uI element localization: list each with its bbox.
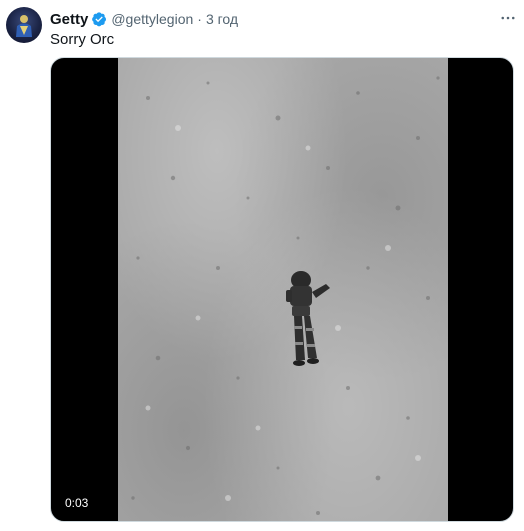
video-duration: 0:03 <box>60 494 94 512</box>
tweet-header: Getty @gettylegion · 3 год <box>50 9 238 29</box>
avatar[interactable] <box>6 7 42 43</box>
video-frame[interactable] <box>118 58 448 521</box>
video-player[interactable]: 0:03 <box>50 57 514 522</box>
tweet-text: Sorry Orc <box>50 31 115 48</box>
page: Getty @gettylegion · 3 год Sorry Orc 0:0… <box>0 0 524 531</box>
tweet-time[interactable]: 3 год <box>206 11 238 27</box>
tweet[interactable]: Getty @gettylegion · 3 год Sorry Orc 0:0… <box>0 0 524 531</box>
author-handle[interactable]: @gettylegion <box>111 11 193 27</box>
video-scene <box>131 76 440 515</box>
separator-dot: · <box>197 11 202 27</box>
more-horizontal-icon[interactable] <box>496 8 520 28</box>
figure-silhouette <box>286 271 330 366</box>
author-name[interactable]: Getty <box>50 11 88 28</box>
verified-badge-icon <box>91 11 107 27</box>
avatar-figure-icon <box>16 15 32 37</box>
